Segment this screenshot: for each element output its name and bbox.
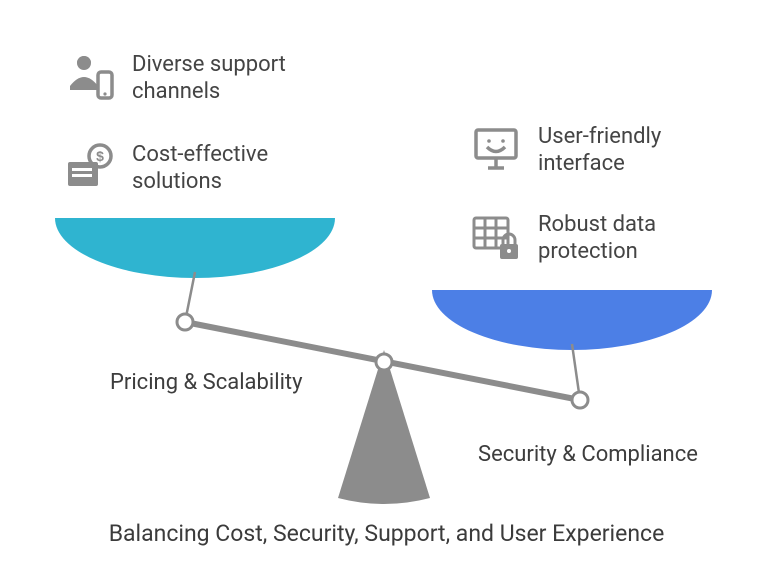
monitor-smile-icon — [468, 122, 524, 178]
svg-text:$: $ — [96, 148, 104, 164]
left-item-2: $ Cost-effective solutions — [62, 140, 332, 196]
left-pan — [55, 218, 335, 288]
left-item-1-label: Diverse support channels — [132, 51, 332, 106]
right-label: Security & Compliance — [478, 442, 698, 467]
right-item-1-label: User-friendly interface — [538, 123, 738, 178]
right-pan — [432, 290, 712, 360]
left-item-1: Diverse support channels — [62, 50, 332, 106]
right-item-1: User-friendly interface — [468, 122, 738, 178]
left-pan-shape — [55, 218, 335, 278]
wallet-dollar-icon: $ — [62, 140, 118, 196]
right-item-2: Robust data protection — [468, 210, 738, 266]
left-label: Pricing & Scalability — [110, 370, 303, 395]
person-phone-icon — [62, 50, 118, 106]
left-item-2-label: Cost-effective solutions — [132, 141, 332, 196]
right-pan-shape — [432, 290, 712, 350]
caption: Balancing Cost, Security, Support, and U… — [0, 520, 773, 547]
data-lock-icon — [468, 210, 524, 266]
right-item-2-label: Robust data protection — [538, 211, 738, 266]
